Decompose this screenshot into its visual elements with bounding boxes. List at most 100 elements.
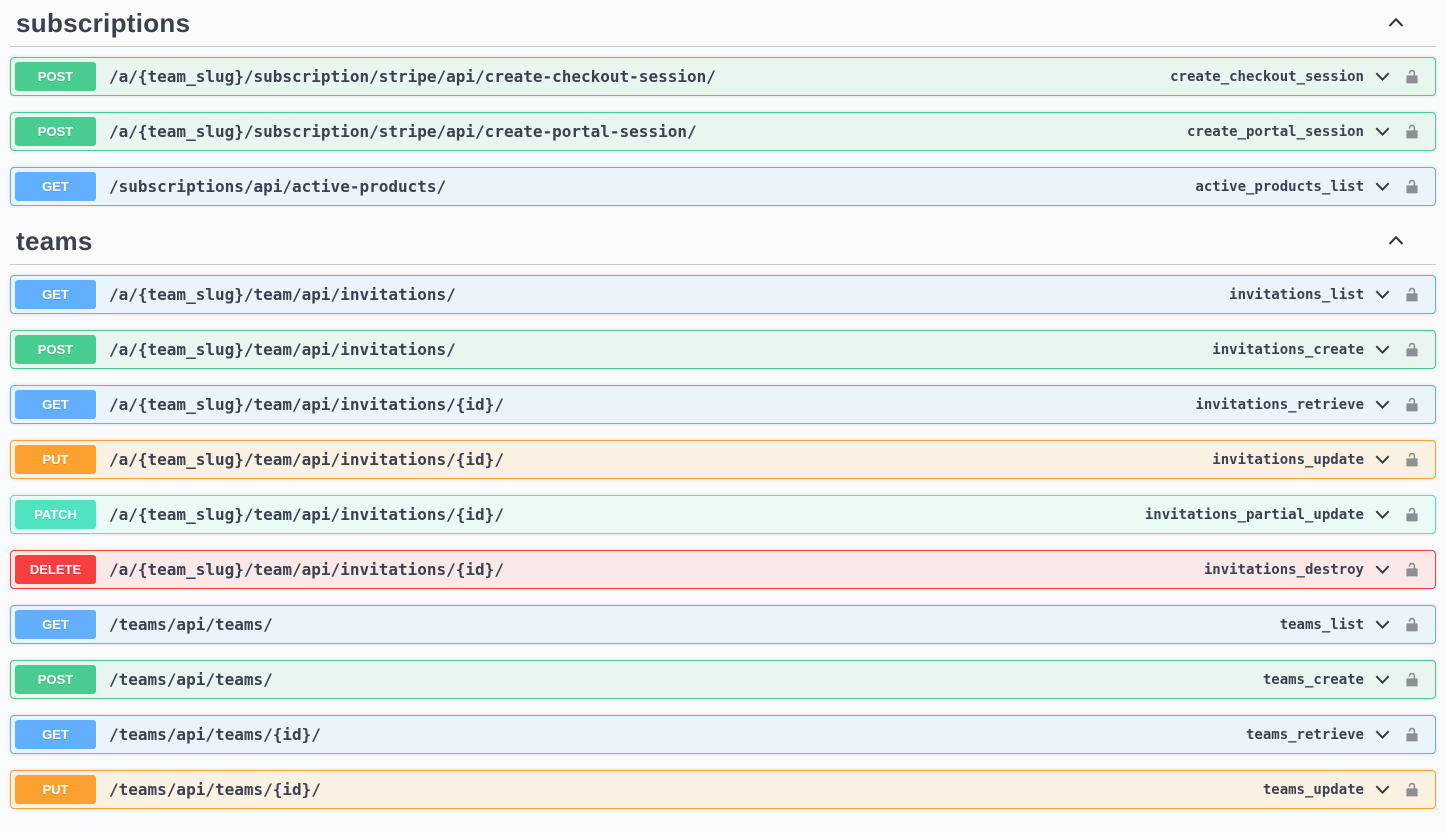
authorize-button[interactable] (1402, 283, 1422, 307)
chevron-down-icon (1373, 505, 1392, 524)
method-badge: POST (15, 665, 96, 694)
operation-row[interactable]: PUT /teams/api/teams/{id}/ teams_update (10, 770, 1436, 809)
expand-operation-button[interactable] (1370, 668, 1394, 692)
expand-operation-button[interactable] (1370, 338, 1394, 362)
section-title: teams (16, 224, 93, 258)
operation-path: /a/{team_slug}/subscription/stripe/api/c… (109, 67, 716, 86)
expand-operation-button[interactable] (1370, 393, 1394, 417)
operation-path: /a/{team_slug}/subscription/stripe/api/c… (109, 122, 697, 141)
method-badge: GET (15, 610, 96, 639)
chevron-down-icon (1373, 67, 1392, 86)
authorize-button[interactable] (1402, 558, 1422, 582)
section-title: subscriptions (16, 6, 190, 40)
unlock-icon (1404, 616, 1420, 634)
unlock-icon (1404, 341, 1420, 359)
chevron-down-icon (1373, 780, 1392, 799)
operation-row[interactable]: POST /a/{team_slug}/team/api/invitations… (10, 330, 1436, 369)
authorize-button[interactable] (1402, 723, 1422, 747)
operation-row[interactable]: GET /subscriptions/api/active-products/ … (10, 167, 1436, 206)
method-badge: PATCH (15, 500, 96, 529)
expand-operation-button[interactable] (1370, 723, 1394, 747)
operation-path: /a/{team_slug}/team/api/invitations/{id}… (109, 450, 504, 469)
method-badge: POST (15, 117, 96, 146)
chevron-up-icon (1386, 13, 1406, 33)
expand-operation-button[interactable] (1370, 175, 1394, 199)
chevron-down-icon (1373, 395, 1392, 414)
operation-id: invitations_create (1212, 342, 1364, 358)
operation-row[interactable]: POST /a/{team_slug}/subscription/stripe/… (10, 57, 1436, 96)
authorize-button[interactable] (1402, 120, 1422, 144)
method-badge: GET (15, 172, 96, 201)
expand-operation-button[interactable] (1370, 613, 1394, 637)
method-badge: PUT (15, 445, 96, 474)
operation-path: /subscriptions/api/active-products/ (109, 177, 446, 196)
operation-row[interactable]: GET /teams/api/teams/{id}/ teams_retriev… (10, 715, 1436, 754)
expand-operation-button[interactable] (1370, 448, 1394, 472)
operation-path: /a/{team_slug}/team/api/invitations/{id}… (109, 560, 504, 579)
authorize-button[interactable] (1402, 503, 1422, 527)
operation-row[interactable]: POST /a/{team_slug}/subscription/stripe/… (10, 112, 1436, 151)
unlock-icon (1404, 68, 1420, 86)
authorize-button[interactable] (1402, 448, 1422, 472)
operation-path: /a/{team_slug}/team/api/invitations/ (109, 285, 456, 304)
expand-operation-button[interactable] (1370, 120, 1394, 144)
operation-row[interactable]: PUT /a/{team_slug}/team/api/invitations/… (10, 440, 1436, 479)
operation-row[interactable]: GET /a/{team_slug}/team/api/invitations/… (10, 275, 1436, 314)
unlock-icon (1404, 451, 1420, 469)
method-badge: PUT (15, 775, 96, 804)
operation-id: teams_create (1263, 672, 1364, 688)
chevron-down-icon (1373, 670, 1392, 689)
chevron-down-icon (1373, 177, 1392, 196)
authorize-button[interactable] (1402, 393, 1422, 417)
unlock-icon (1404, 286, 1420, 304)
operation-row[interactable]: GET /a/{team_slug}/team/api/invitations/… (10, 385, 1436, 424)
unlock-icon (1404, 178, 1420, 196)
expand-operation-button[interactable] (1370, 283, 1394, 307)
operations: GET /a/{team_slug}/team/api/invitations/… (0, 275, 1446, 809)
operation-row[interactable]: DELETE /a/{team_slug}/team/api/invitatio… (10, 550, 1436, 589)
operation-id: invitations_update (1212, 452, 1364, 468)
unlock-icon (1404, 726, 1420, 744)
method-badge: POST (15, 335, 96, 364)
section-header[interactable]: teams (10, 222, 1436, 265)
method-badge: GET (15, 280, 96, 309)
operation-id: teams_update (1263, 782, 1364, 798)
authorize-button[interactable] (1402, 613, 1422, 637)
method-badge: GET (15, 720, 96, 749)
operation-id: teams_list (1280, 617, 1364, 633)
authorize-button[interactable] (1402, 65, 1422, 89)
chevron-down-icon (1373, 725, 1392, 744)
operation-id: create_checkout_session (1170, 69, 1364, 85)
operation-row[interactable]: GET /teams/api/teams/ teams_list (10, 605, 1436, 644)
operation-id: teams_retrieve (1246, 727, 1364, 743)
collapse-section-button[interactable] (1386, 231, 1406, 251)
expand-operation-button[interactable] (1370, 65, 1394, 89)
operation-path: /teams/api/teams/ (109, 670, 273, 689)
expand-operation-button[interactable] (1370, 778, 1394, 802)
operation-path: /teams/api/teams/{id}/ (109, 780, 321, 799)
chevron-down-icon (1373, 450, 1392, 469)
operation-id: invitations_partial_update (1145, 507, 1364, 523)
section-header[interactable]: subscriptions (10, 4, 1436, 47)
expand-operation-button[interactable] (1370, 503, 1394, 527)
operation-row[interactable]: PATCH /a/{team_slug}/team/api/invitation… (10, 495, 1436, 534)
authorize-button[interactable] (1402, 668, 1422, 692)
authorize-button[interactable] (1402, 778, 1422, 802)
operation-id: invitations_destroy (1204, 562, 1364, 578)
expand-operation-button[interactable] (1370, 558, 1394, 582)
tag-section: teams GET /a/{team_slug}/team/api/invita… (0, 222, 1446, 809)
collapse-section-button[interactable] (1386, 13, 1406, 33)
method-badge: POST (15, 62, 96, 91)
authorize-button[interactable] (1402, 338, 1422, 362)
authorize-button[interactable] (1402, 175, 1422, 199)
tag-section: subscriptions POST /a/{team_slug}/subscr… (0, 4, 1446, 206)
operation-path: /teams/api/teams/ (109, 615, 273, 634)
api-sections: subscriptions POST /a/{team_slug}/subscr… (0, 0, 1446, 809)
chevron-up-icon (1386, 231, 1406, 251)
unlock-icon (1404, 123, 1420, 141)
operation-id: create_portal_session (1187, 124, 1364, 140)
unlock-icon (1404, 781, 1420, 799)
unlock-icon (1404, 396, 1420, 414)
operation-path: /a/{team_slug}/team/api/invitations/ (109, 340, 456, 359)
operation-row[interactable]: POST /teams/api/teams/ teams_create (10, 660, 1436, 699)
